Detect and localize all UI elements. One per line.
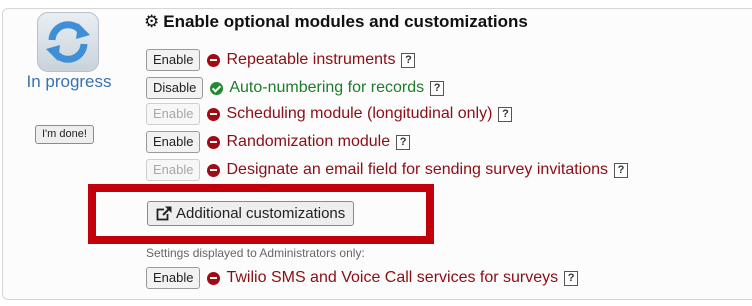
module-row-twilio: Enable Twilio SMS and Voice Call service…	[146, 266, 579, 290]
disabled-status-icon	[207, 53, 221, 67]
disable-autonumbering-button[interactable]: Disable	[146, 77, 204, 99]
disabled-status-icon	[207, 107, 221, 121]
status-label: In progress	[26, 72, 112, 91]
help-icon[interactable]: ?	[498, 106, 513, 122]
module-label: Randomization module	[226, 133, 391, 150]
module-row-repeatable: Enable Repeatable instruments ?	[146, 48, 416, 72]
module-label: Auto-numbering for records	[229, 79, 425, 96]
im-done-button[interactable]: I'm done!	[35, 125, 94, 144]
additional-customizations-label: Additional customizations	[176, 205, 346, 222]
help-icon[interactable]: ?	[396, 134, 411, 150]
help-icon[interactable]: ?	[401, 52, 416, 68]
section-title: Enable optional modules and customizatio…	[163, 12, 528, 31]
external-link-icon	[156, 205, 172, 220]
help-icon[interactable]: ?	[564, 270, 579, 286]
step-status-column: In progress I'm done!	[2, 8, 136, 300]
module-row-autonumbering: Disable Auto-numbering for records ?	[146, 76, 445, 100]
help-icon[interactable]: ?	[430, 80, 445, 96]
module-label: Repeatable instruments	[226, 51, 396, 68]
module-label: Twilio SMS and Voice Call services for s…	[226, 269, 559, 286]
enabled-status-icon	[210, 81, 224, 95]
module-label: Designate an email field for sending sur…	[226, 161, 609, 178]
module-row-survey-email: Enable Designate an email field for send…	[146, 158, 629, 182]
disabled-status-icon	[207, 163, 221, 177]
sync-arrows-icon	[37, 12, 99, 72]
module-row-randomization: Enable Randomization module ?	[146, 130, 411, 154]
section-heading: ⚙ Enable optional modules and customizati…	[144, 12, 528, 32]
enable-repeatable-button[interactable]: Enable	[146, 49, 201, 71]
enable-scheduling-button: Enable	[146, 103, 201, 125]
enable-survey-email-button: Enable	[146, 159, 201, 181]
disabled-status-icon	[207, 135, 221, 149]
module-label: Scheduling module (longitudinal only)	[226, 105, 493, 122]
additional-customizations-button[interactable]: Additional customizations	[147, 201, 355, 226]
module-row-scheduling: Enable Scheduling module (longitudinal o…	[146, 102, 513, 126]
disabled-status-icon	[207, 271, 221, 285]
enable-twilio-button[interactable]: Enable	[146, 267, 201, 289]
help-icon[interactable]: ?	[614, 162, 629, 178]
admin-settings-note: Settings displayed to Administrators onl…	[146, 246, 365, 260]
gears-icon: ⚙	[144, 12, 160, 31]
enable-randomization-button[interactable]: Enable	[146, 131, 201, 153]
